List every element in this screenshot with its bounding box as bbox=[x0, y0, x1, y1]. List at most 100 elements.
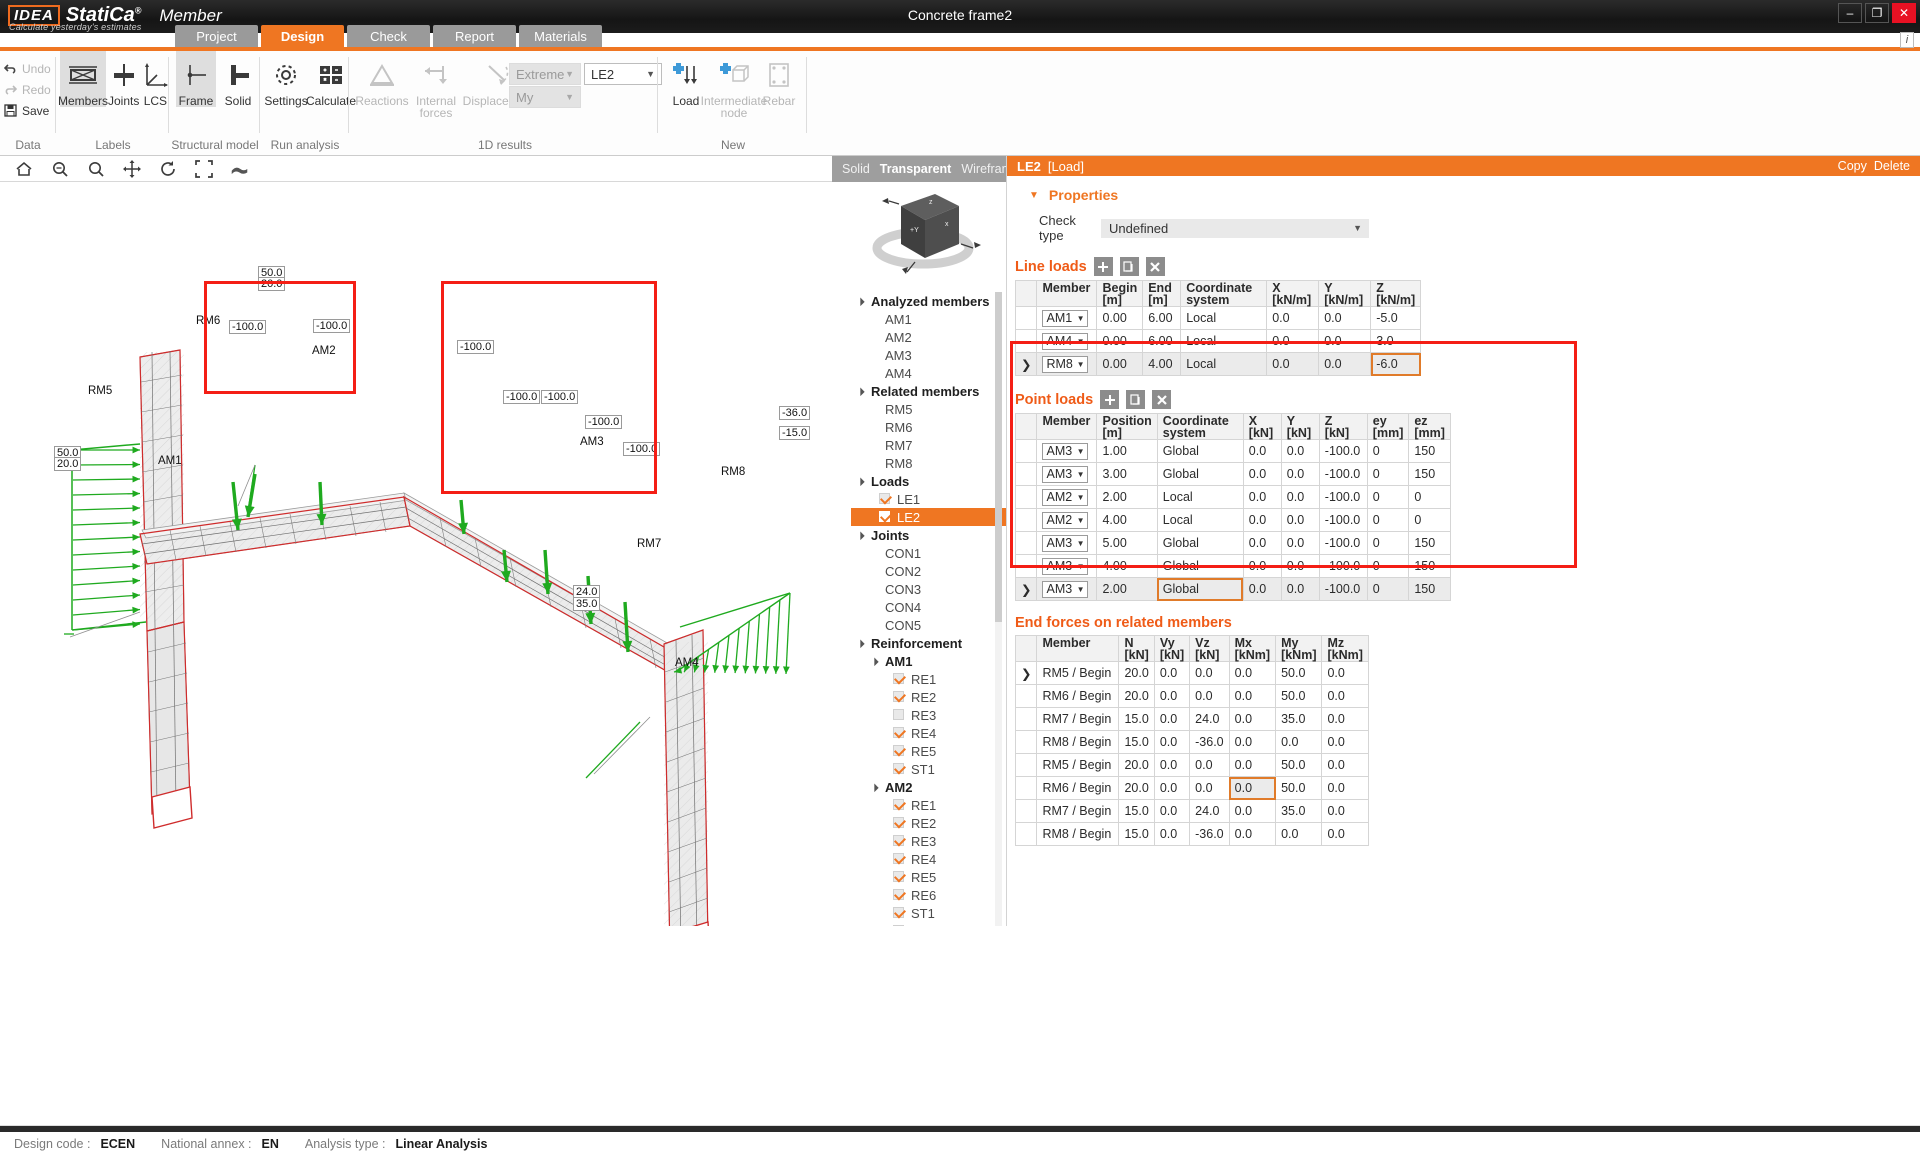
cell-vy[interactable]: 0.0 bbox=[1153, 753, 1191, 777]
intermediate-node-button[interactable]: Intermediate node bbox=[701, 51, 767, 119]
joints-button[interactable]: Joints bbox=[108, 51, 139, 107]
redo-button[interactable]: Redo bbox=[0, 79, 56, 100]
table-row[interactable]: ❯ RM8 ▼ 0.00 4.00 Local 0.0 0.0 -6.0 bbox=[1014, 352, 1422, 376]
table-row[interactable]: AM3 ▼ 3.00 Global 0.0 0.0 -100.0 0 150 bbox=[1014, 462, 1451, 486]
cell-n[interactable]: 15.0 bbox=[1118, 799, 1155, 823]
cell-y[interactable]: 0.0 bbox=[1280, 508, 1320, 532]
cell-ey[interactable]: 0 bbox=[1366, 577, 1410, 601]
row-expand-handle[interactable] bbox=[1014, 554, 1038, 578]
cell-x[interactable]: 0.0 bbox=[1266, 306, 1320, 330]
fullscreen-icon[interactable] bbox=[194, 159, 213, 178]
maximize-button[interactable]: ❐ bbox=[1865, 3, 1889, 23]
cell-y[interactable]: 0.0 bbox=[1280, 462, 1320, 486]
cell-z[interactable]: -100.0 bbox=[1318, 554, 1368, 578]
cell-ez[interactable]: 0 bbox=[1408, 508, 1451, 532]
cell-y[interactable]: 0.0 bbox=[1280, 531, 1320, 555]
cell-mx[interactable]: 0.0 bbox=[1228, 684, 1277, 708]
cell-ey[interactable]: 0 bbox=[1366, 485, 1410, 509]
cell-end[interactable]: 6.00 bbox=[1142, 329, 1182, 353]
visibility-checkbox[interactable] bbox=[879, 511, 890, 522]
delete-point-load-button[interactable] bbox=[1152, 390, 1172, 409]
cell-position[interactable]: 2.00 bbox=[1096, 577, 1158, 601]
visibility-checkbox[interactable] bbox=[893, 871, 904, 882]
tree-item-re1[interactable]: RE1 bbox=[851, 670, 1006, 688]
cell-x[interactable]: 0.0 bbox=[1266, 329, 1320, 353]
cell-mx[interactable]: 0.0 bbox=[1228, 707, 1277, 731]
table-row[interactable]: AM3 ▼ 1.00 Global 0.0 0.0 -100.0 0 150 bbox=[1014, 439, 1451, 463]
cell-ez[interactable]: 150 bbox=[1408, 439, 1451, 463]
table-row[interactable]: AM3 ▼ 5.00 Global 0.0 0.0 -100.0 0 150 bbox=[1014, 531, 1451, 555]
cell-vz[interactable]: -36.0 bbox=[1189, 822, 1230, 846]
settings-button[interactable]: Settings bbox=[264, 51, 308, 107]
cell-mz[interactable]: 0.0 bbox=[1321, 799, 1369, 823]
cell-member[interactable]: AM2 ▼ bbox=[1036, 485, 1098, 509]
cell-ez[interactable]: 150 bbox=[1408, 577, 1451, 601]
cell-member[interactable]: AM2 ▼ bbox=[1036, 508, 1098, 532]
tree-item-am3[interactable]: AM3 bbox=[851, 346, 1006, 364]
cell-x[interactable]: 0.0 bbox=[1242, 577, 1282, 601]
search-icon[interactable] bbox=[86, 159, 105, 178]
view-cube[interactable]: z +Y x bbox=[855, 182, 1005, 292]
tree-item-le2[interactable]: LE2 bbox=[851, 508, 1006, 526]
cell-x[interactable]: 0.0 bbox=[1266, 352, 1320, 376]
cell-begin[interactable]: 0.00 bbox=[1096, 329, 1144, 353]
tab-report[interactable]: Report bbox=[433, 25, 516, 47]
save-button[interactable]: Save bbox=[0, 100, 56, 121]
cell-my[interactable]: 35.0 bbox=[1275, 707, 1323, 731]
triangle-expand-icon[interactable]: ◢ bbox=[869, 656, 880, 667]
cell-mx[interactable]: 0.0 bbox=[1228, 822, 1277, 846]
cell-member[interactable]: AM3 ▼ bbox=[1036, 462, 1098, 486]
model-viewport[interactable]: 50.0 20.0 RM6 -100.0 -100.0 AM2 RM5 -100.0 -100.… bbox=[0, 182, 851, 926]
visibility-checkbox[interactable] bbox=[879, 493, 890, 504]
cell-my[interactable]: 50.0 bbox=[1275, 753, 1323, 777]
tree-item-con2[interactable]: CON2 bbox=[851, 562, 1006, 580]
cell-mx[interactable]: 0.0 bbox=[1228, 730, 1277, 754]
cell-member[interactable]: AM3 ▼ bbox=[1036, 439, 1098, 463]
cell-member[interactable]: RM8 / Begin bbox=[1036, 822, 1120, 846]
tree-item-re5[interactable]: RE5 bbox=[851, 868, 1006, 886]
cell-vy[interactable]: 0.0 bbox=[1153, 776, 1191, 800]
cell-mz[interactable]: 0.0 bbox=[1321, 661, 1369, 685]
member-select[interactable]: AM3 ▼ bbox=[1042, 465, 1089, 483]
tree-group-reinforcement[interactable]: ◢ Reinforcement bbox=[851, 634, 1006, 652]
cell-cs[interactable]: Global bbox=[1156, 531, 1244, 555]
member-select[interactable]: AM2 ▼ bbox=[1042, 511, 1089, 529]
cell-vz[interactable]: -36.0 bbox=[1189, 730, 1230, 754]
member-select[interactable]: AM2 ▼ bbox=[1042, 488, 1089, 506]
cell-y[interactable]: 0.0 bbox=[1318, 352, 1372, 376]
tree-item-re5[interactable]: RE5 bbox=[851, 742, 1006, 760]
cell-my[interactable]: 35.0 bbox=[1275, 799, 1323, 823]
visibility-checkbox[interactable] bbox=[893, 727, 904, 738]
cell-vz[interactable]: 24.0 bbox=[1189, 799, 1230, 823]
cell-mz[interactable]: 0.0 bbox=[1321, 707, 1369, 731]
properties-section-toggle[interactable]: ▼ Properties bbox=[1029, 187, 1920, 203]
loadcase-combo[interactable]: LE2 ▼ bbox=[584, 63, 662, 85]
cell-position[interactable]: 5.00 bbox=[1096, 531, 1158, 555]
visibility-checkbox[interactable] bbox=[893, 817, 904, 828]
cell-ez[interactable]: 150 bbox=[1408, 531, 1451, 555]
cell-z[interactable]: -100.0 bbox=[1318, 462, 1368, 486]
copy-line-load-button[interactable] bbox=[1119, 257, 1139, 276]
triangle-expand-icon[interactable]: ◢ bbox=[855, 530, 866, 541]
cell-my[interactable]: 50.0 bbox=[1275, 776, 1323, 800]
cell-position[interactable]: 2.00 bbox=[1096, 485, 1158, 509]
row-expand-handle[interactable] bbox=[1014, 485, 1038, 509]
cell-x[interactable]: 0.0 bbox=[1242, 508, 1282, 532]
cell-mz[interactable]: 0.0 bbox=[1321, 753, 1369, 777]
member-select[interactable]: AM3 ▼ bbox=[1042, 557, 1089, 575]
cell-n[interactable]: 20.0 bbox=[1118, 753, 1155, 777]
cell-ez[interactable]: 0 bbox=[1408, 485, 1451, 509]
cell-member[interactable]: AM4 ▼ bbox=[1036, 329, 1098, 353]
internal-forces-button[interactable]: Internal forces bbox=[410, 51, 462, 119]
cell-cs[interactable]: Local bbox=[1180, 329, 1268, 353]
cell-z[interactable]: -100.0 bbox=[1318, 485, 1368, 509]
delete-button[interactable]: Delete bbox=[1874, 159, 1910, 173]
tree-item-st1[interactable]: ST1 bbox=[851, 760, 1006, 778]
cell-member[interactable]: RM6 / Begin bbox=[1036, 684, 1120, 708]
displacement-button[interactable]: Displacement bbox=[463, 51, 535, 119]
cell-my[interactable]: 0.0 bbox=[1275, 822, 1323, 846]
tree-group-related-members[interactable]: ◢ Related members bbox=[851, 382, 1006, 400]
table-row[interactable]: RM7 / Begin 15.0 0.0 24.0 0.0 35.0 0.0 bbox=[1014, 799, 1369, 823]
tab-project[interactable]: Project bbox=[175, 25, 258, 47]
visibility-checkbox[interactable] bbox=[893, 907, 904, 918]
